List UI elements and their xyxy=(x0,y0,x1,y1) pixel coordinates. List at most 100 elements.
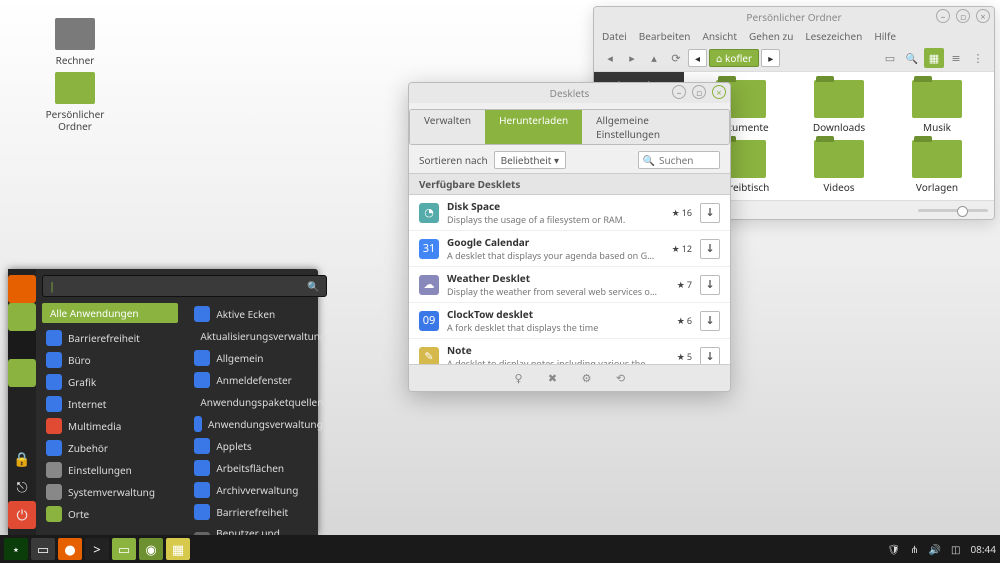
app-anwendungspaketquellen[interactable]: Anwendungspaketquellen xyxy=(184,391,332,413)
menu-hilfe[interactable]: Hilfe xyxy=(874,29,896,43)
zoom-slider[interactable] xyxy=(918,209,988,212)
app-aktualisierungsverwaltung[interactable]: Aktualisierungsverwaltung xyxy=(184,325,332,347)
menu-search-input[interactable] xyxy=(55,279,307,293)
window-titlebar[interactable]: Desklets – ▫ × xyxy=(409,83,730,103)
category-internet[interactable]: Internet xyxy=(36,393,184,415)
desktop-icon-rechner[interactable]: Rechner xyxy=(40,18,110,66)
app-benutzer-und-gruppen[interactable]: Benutzer und Gruppen xyxy=(184,523,332,535)
category-orte[interactable]: Orte xyxy=(36,503,184,525)
window-title: Persönlicher Ordner xyxy=(746,10,841,24)
desklet-row[interactable]: 09ClockTow deskletA fork desklet that di… xyxy=(409,303,730,339)
menu-datei[interactable]: Datei xyxy=(602,29,627,43)
up-button[interactable]: ▴ xyxy=(644,48,664,68)
sys-logout-button[interactable]: ⎋ xyxy=(8,473,36,501)
maximize-button[interactable]: ▫ xyxy=(692,85,706,99)
desklet-title: Disk Space xyxy=(447,199,658,213)
category-zubehör[interactable]: Zubehör xyxy=(36,437,184,459)
folder-videos[interactable]: Videos xyxy=(792,140,886,194)
close-button[interactable]: × xyxy=(976,9,990,23)
download-button[interactable] xyxy=(700,239,720,259)
desklet-row[interactable]: ◔Disk SpaceDisplays the usage of a files… xyxy=(409,195,730,231)
app-allgemein[interactable]: Allgemein xyxy=(184,347,332,369)
taskbar-terminal[interactable]: > xyxy=(85,538,109,560)
maximize-button[interactable]: ▫ xyxy=(956,9,970,23)
menu-search[interactable]: | xyxy=(42,275,327,297)
desklet-row[interactable]: ☁Weather DeskletDisplay the weather from… xyxy=(409,267,730,303)
tab-allgemeine-einstellungen[interactable]: Allgemeine Einstellungen xyxy=(582,110,729,144)
remove-button[interactable]: ✖ xyxy=(545,370,561,386)
desklet-list[interactable]: ◔Disk SpaceDisplays the usage of a files… xyxy=(409,195,730,364)
app-arbeitsflächen[interactable]: Arbeitsflächen xyxy=(184,457,332,479)
app-aktive-ecken[interactable]: Aktive Ecken xyxy=(184,303,332,325)
tab-herunterladen[interactable]: Herunterladen xyxy=(485,110,582,144)
menu-gehen zu[interactable]: Gehen zu xyxy=(749,29,793,43)
taskbar-notes[interactable]: ▦ xyxy=(166,538,190,560)
view-compact-button[interactable]: ⋮ xyxy=(968,48,988,68)
refresh-button[interactable]: ⟳ xyxy=(666,48,686,68)
tray-shield-icon[interactable]: 🛡 xyxy=(887,542,900,556)
desktop-icon-home[interactable]: Persönlicher Ordner xyxy=(40,72,110,132)
settings-button[interactable]: ⚙ xyxy=(579,370,595,386)
desklet-row[interactable]: ✎NoteA desklet to display notes includin… xyxy=(409,339,730,364)
app-applets[interactable]: Applets xyxy=(184,435,332,457)
breadcrumb-next[interactable]: ▸ xyxy=(761,49,780,67)
sys-shutdown-button[interactable]: ⏻ xyxy=(8,501,36,529)
minimize-button[interactable]: – xyxy=(672,85,686,99)
app-anwendungsverwaltung[interactable]: Anwendungsverwaltung xyxy=(184,413,332,435)
clock[interactable]: 08:44 xyxy=(970,542,996,556)
category-barrierefreiheit[interactable]: Barrierefreiheit xyxy=(36,327,184,349)
tray-updates-icon[interactable]: ◫ xyxy=(951,542,960,556)
fav-mint[interactable] xyxy=(8,303,36,331)
folder-musik[interactable]: Musik xyxy=(890,80,984,134)
desklet-icon: 31 xyxy=(419,239,439,259)
breadcrumb-root[interactable]: ◂ xyxy=(688,49,707,67)
fav-terminal[interactable] xyxy=(8,331,36,359)
download-button[interactable] xyxy=(700,347,720,365)
tray-sound-icon[interactable]: 🔊 xyxy=(929,542,941,556)
category-büro[interactable]: Büro xyxy=(36,349,184,371)
search-field[interactable] xyxy=(659,153,715,167)
info-button[interactable]: ♀ xyxy=(511,370,527,386)
app-anmeldefenster[interactable]: Anmeldefenster xyxy=(184,369,332,391)
menu-ansicht[interactable]: Ansicht xyxy=(702,29,737,43)
app-archivverwaltung[interactable]: Archivverwaltung xyxy=(184,479,332,501)
back-button[interactable]: ◂ xyxy=(600,48,620,68)
forward-button[interactable]: ▸ xyxy=(622,48,642,68)
category-icon xyxy=(46,418,62,434)
search-input[interactable] xyxy=(638,151,720,169)
sort-dropdown[interactable]: Beliebtheit ▾ xyxy=(494,151,566,169)
tray-network-icon[interactable]: ⋔ xyxy=(910,542,918,556)
menu-lesezeichen[interactable]: Lesezeichen xyxy=(805,29,862,43)
refresh-button[interactable]: ⟲ xyxy=(613,370,629,386)
taskbar-mint-menu[interactable]: ⋆ xyxy=(4,538,28,560)
category-multimedia[interactable]: Multimedia xyxy=(36,415,184,437)
taskbar-files[interactable]: ▭ xyxy=(31,538,55,560)
desklet-row[interactable]: 31Google CalendarA desklet that displays… xyxy=(409,231,730,267)
search-button[interactable] xyxy=(902,48,922,68)
view-icons-button[interactable]: ▦ xyxy=(924,48,944,68)
breadcrumb-home[interactable]: ⌂ kofler xyxy=(709,49,759,67)
folder-vorlagen[interactable]: Vorlagen xyxy=(890,140,984,194)
folder-downloads[interactable]: Downloads xyxy=(792,80,886,134)
download-button[interactable] xyxy=(700,203,720,223)
taskbar-firefox[interactable]: ● xyxy=(58,538,82,560)
menu-bearbeiten[interactable]: Bearbeiten xyxy=(639,29,691,43)
fav-files[interactable] xyxy=(8,359,36,387)
minimize-button[interactable]: – xyxy=(936,9,950,23)
download-button[interactable] xyxy=(700,275,720,295)
fav-firefox[interactable] xyxy=(8,275,36,303)
tab-verwalten[interactable]: Verwalten xyxy=(410,110,485,144)
app-barrierefreiheit[interactable]: Barrierefreiheit xyxy=(184,501,332,523)
view-list-button[interactable]: ≡ xyxy=(946,48,966,68)
category-systemverwaltung[interactable]: Systemverwaltung xyxy=(36,481,184,503)
taskbar-files2[interactable]: ▭ xyxy=(112,538,136,560)
close-button[interactable]: × xyxy=(712,85,726,99)
category-grafik[interactable]: Grafik xyxy=(36,371,184,393)
taskbar-shield[interactable]: ◉ xyxy=(139,538,163,560)
category-einstellungen[interactable]: Einstellungen xyxy=(36,459,184,481)
download-button[interactable] xyxy=(700,311,720,331)
app-label: Anmeldefenster xyxy=(216,373,291,387)
sys-lock-button[interactable]: 🔒 xyxy=(8,445,36,473)
zoom-out-button[interactable]: ▭ xyxy=(880,48,900,68)
window-titlebar[interactable]: Persönlicher Ordner – ▫ × xyxy=(594,7,994,27)
